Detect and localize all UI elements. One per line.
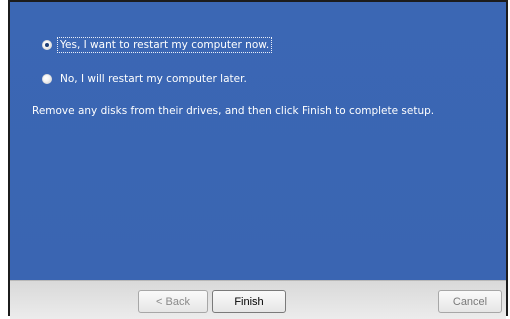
content-panel: Yes, I want to restart my computer now. … <box>10 2 506 281</box>
button-bar: < Back Finish Cancel <box>10 280 506 319</box>
restart-later-label[interactable]: No, I will restart my computer later. <box>58 72 249 86</box>
restart-later-option[interactable]: No, I will restart my computer later. <box>42 71 249 87</box>
setup-dialog: Yes, I want to restart my computer now. … <box>8 0 508 319</box>
back-button-label: < Back <box>156 295 190 308</box>
restart-now-label[interactable]: Yes, I want to restart my computer now. <box>56 37 273 53</box>
instruction-text: Remove any disks from their drives, and … <box>32 105 435 117</box>
restart-now-option[interactable]: Yes, I want to restart my computer now. <box>42 37 273 53</box>
finish-button-label: Finish <box>234 295 264 308</box>
radio-selected-dot <box>45 43 49 47</box>
back-button[interactable]: < Back <box>138 290 208 313</box>
cancel-button-label: Cancel <box>452 295 488 308</box>
restart-later-radio[interactable] <box>42 74 52 84</box>
cancel-button[interactable]: Cancel <box>438 290 502 313</box>
finish-button[interactable]: Finish <box>212 290 286 313</box>
restart-now-radio[interactable] <box>42 40 52 50</box>
